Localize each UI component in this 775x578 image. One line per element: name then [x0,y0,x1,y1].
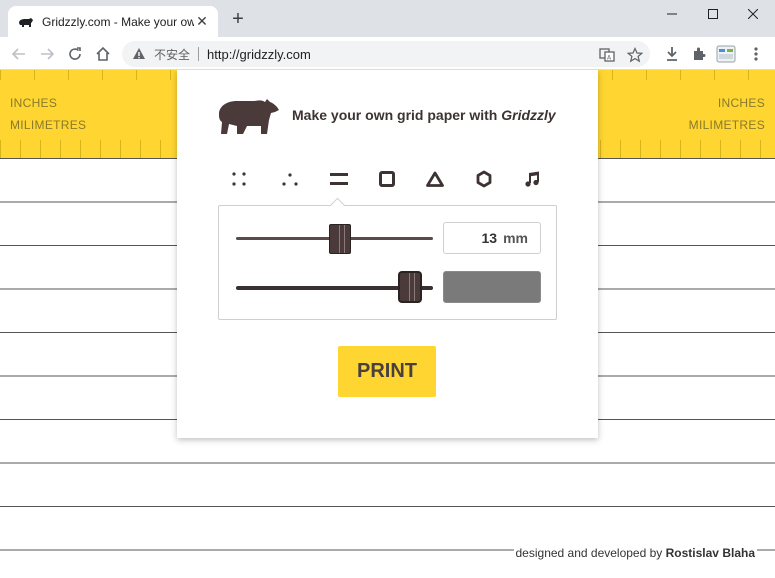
thickness-slider-thumb[interactable] [399,272,421,302]
spacing-unit: mm [503,230,528,246]
tab-close-icon[interactable]: ✕ [194,13,210,30]
settings-panel: Make your own grid paper with Gridzzly 1… [177,70,598,438]
panel-headline: Make your own grid paper with Gridzzly [292,107,556,123]
minimize-icon[interactable] [652,4,692,24]
lines-icon[interactable] [327,168,351,190]
ruler-label-mm-left: MILIMETRES [10,118,87,132]
address-bar[interactable]: 不安全 http://gridzzly.com A [122,41,650,67]
ruler-label-mm-right: MILIMETRES [688,118,765,132]
home-icon[interactable] [93,44,113,64]
brand-name: Gridzzly [501,107,556,123]
browser-toolbar: 不安全 http://gridzzly.com A [0,37,775,70]
dots-grid-icon[interactable] [227,168,251,190]
tab-title: Gridzzly.com - Make your own [42,14,194,29]
triangular-dots-icon[interactable] [278,168,302,190]
ruler-label-inches-right: INCHES [717,96,765,110]
pattern-selector [227,168,547,190]
bear-logo-icon [217,96,281,138]
tab-strip: Gridzzly.com - Make your own ✕ + [0,0,775,37]
url-text[interactable]: http://gridzzly.com [207,47,311,62]
ruler-label-inches-left: INCHES [10,96,58,110]
hexagon-grid-icon[interactable] [472,168,496,190]
window-close-icon[interactable] [733,4,773,24]
credit-prefix: designed and developed by [515,546,666,560]
back-icon[interactable] [9,44,29,64]
maximize-icon[interactable] [693,4,733,24]
browser-tab[interactable]: Gridzzly.com - Make your own ✕ [8,6,218,37]
menu-kebab-icon[interactable] [746,44,766,64]
spacing-input[interactable]: 13 mm [443,222,541,254]
new-tab-icon[interactable]: + [228,8,248,30]
credit-author-link[interactable]: Rostislav Blaha [666,546,755,560]
settings-box: 13 mm [218,205,557,320]
warning-icon[interactable] [132,47,146,61]
bookmark-star-icon[interactable] [626,46,644,64]
line-color-swatch[interactable] [443,271,541,303]
triangle-grid-icon[interactable] [423,168,447,190]
reload-icon[interactable] [65,44,85,64]
square-grid-icon[interactable] [375,168,399,190]
bear-favicon-icon [18,16,34,28]
forward-icon[interactable] [37,44,57,64]
translate-icon[interactable]: A [598,46,616,64]
download-icon[interactable] [662,44,682,64]
security-label[interactable]: 不安全 [154,46,190,63]
extensions-icon[interactable] [689,44,709,64]
music-staff-icon[interactable] [520,168,544,190]
profile-avatar-icon[interactable] [716,44,736,64]
credit-line: designed and developed by Rostislav Blah… [513,546,757,560]
headline-text: Make your own grid paper with [292,107,502,123]
spacing-value[interactable]: 13 [482,230,498,246]
print-button[interactable]: PRINT [338,346,436,397]
spacing-slider-thumb[interactable] [329,224,351,254]
page-viewport: INCHES MILIMETRES INCHES MILIMETRES desi… [0,70,775,578]
omnibox-divider [198,47,200,61]
